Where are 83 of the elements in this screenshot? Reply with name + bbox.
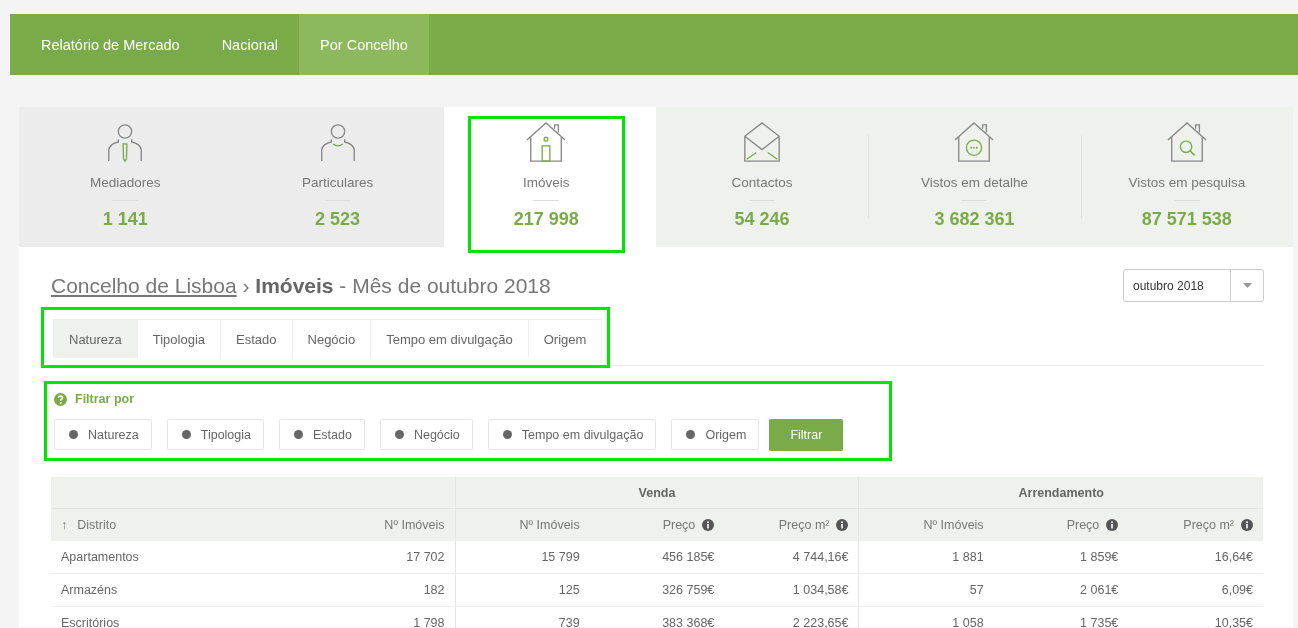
stat-value: 2 523 xyxy=(315,209,361,230)
house-icon xyxy=(525,121,568,163)
table-cell: Armazéns xyxy=(51,573,321,607)
nav-tab[interactable]: Nacional xyxy=(200,14,300,75)
dot-icon xyxy=(294,430,303,439)
table-cell: 1 798 xyxy=(321,606,455,628)
table-cell: 326 759€ xyxy=(589,573,725,607)
nav-tab[interactable]: Por Concelho xyxy=(299,14,429,75)
column-header[interactable]: Preço m² xyxy=(724,508,859,541)
filter-option[interactable]: Natureza xyxy=(54,419,152,450)
filter-option[interactable]: Negócio xyxy=(379,419,473,450)
help-icon xyxy=(54,392,67,406)
table-cell: 1 881 xyxy=(858,541,994,574)
dot-icon xyxy=(686,430,696,439)
info-icon xyxy=(1106,519,1119,531)
stat-value: 3 682 361 xyxy=(934,209,1015,230)
stat-card[interactable]: Imóveis 217 998 xyxy=(467,116,625,253)
filter-option[interactable]: Tipologia xyxy=(166,419,264,450)
info-icon xyxy=(702,519,715,531)
stat-value: 217 998 xyxy=(513,209,579,230)
house-with-magnifier-icon xyxy=(1165,121,1208,163)
table-cell: 1 034,58€ xyxy=(724,573,859,607)
stat-label: Vistos em pesquisa xyxy=(1128,175,1246,190)
stat-card[interactable]: Mediadores 1 141 xyxy=(19,107,232,247)
column-header[interactable]: Nº Imóveis xyxy=(858,508,994,541)
month-dropdown[interactable]: outubro 2018 xyxy=(1123,269,1264,302)
stat-card[interactable]: Vistos em detalhe 3 682 361 xyxy=(868,107,1081,247)
dot-icon xyxy=(394,430,404,439)
stat-label: Imóveis xyxy=(523,175,570,190)
stat-card[interactable]: Contactos 54 246 xyxy=(655,107,869,247)
stat-label: Contactos xyxy=(731,175,793,190)
table-cell: 6,09€ xyxy=(1128,573,1263,607)
table-cell: 15 799 xyxy=(455,541,590,574)
stat-card[interactable]: Particulares 2 523 xyxy=(231,107,444,247)
info-icon xyxy=(1241,519,1253,531)
column-header[interactable]: Preço xyxy=(993,508,1129,541)
breadcrumb-link[interactable]: Concelho de Lisboa xyxy=(51,273,237,297)
stat-value: 54 246 xyxy=(734,209,790,230)
page-heading: Concelho de Lisboa › Imóveis - Mês de outubro 2018 xyxy=(51,273,551,298)
info-icon xyxy=(836,519,849,531)
stat-label: Vistos em detalhe xyxy=(920,175,1028,190)
table-cell: 10,35€ xyxy=(1128,606,1263,628)
table-cell: 17 702 xyxy=(321,541,455,574)
filter-title: Filtrar por xyxy=(75,392,135,406)
column-header[interactable]: Nº Imóveis xyxy=(455,508,590,541)
stat-label: Particulares xyxy=(301,175,374,190)
table-cell: 1 058 xyxy=(858,606,994,628)
table-cell: 1 859€ xyxy=(993,541,1129,574)
column-header[interactable]: ↑ Distrito xyxy=(51,508,321,541)
dot-icon xyxy=(69,430,78,439)
nav-tab[interactable]: Relatório de Mercado xyxy=(20,14,201,75)
house-with-chat-icon xyxy=(953,121,996,163)
tab[interactable]: Natureza xyxy=(54,320,138,358)
stat-value: 1 141 xyxy=(102,209,148,230)
table-cell: Apartamentos xyxy=(51,541,321,574)
column-header[interactable]: Preço xyxy=(589,508,725,541)
table-cell: 16,64€ xyxy=(1128,541,1263,574)
table-cell: 739 xyxy=(455,606,590,628)
table-cell: Escritórios xyxy=(51,606,321,628)
table-cell: 2 061€ xyxy=(993,573,1129,607)
table-cell: 456 185€ xyxy=(589,541,725,574)
stat-card[interactable]: Vistos em pesquisa 87 571 538 xyxy=(1080,107,1294,247)
column-header[interactable]: Preço m² xyxy=(1128,508,1263,541)
filter-option[interactable]: Origem xyxy=(671,419,760,450)
table-cell: 182 xyxy=(321,573,455,607)
envelope-icon xyxy=(741,121,783,163)
table-cell: 125 xyxy=(455,573,590,607)
column-header[interactable]: Nº Imóveis xyxy=(321,508,455,541)
table-cell: 1 735€ xyxy=(993,606,1129,628)
dot-icon xyxy=(181,430,191,439)
group-header: Arrendamento xyxy=(858,477,1263,509)
filter-option[interactable]: Estado xyxy=(279,419,365,450)
table-cell: 4 744,16€ xyxy=(724,541,859,574)
table-cell: 383 368€ xyxy=(589,606,725,628)
filter-option[interactable]: Tempo em divulgação xyxy=(487,419,657,450)
table-cell: 2 223,65€ xyxy=(724,606,859,628)
dot-icon xyxy=(502,430,512,439)
stat-label: Mediadores xyxy=(89,175,161,190)
caret-icon xyxy=(1242,283,1252,288)
table-cell: 57 xyxy=(858,573,994,607)
stat-value: 87 571 538 xyxy=(1141,209,1232,230)
group-header: Venda xyxy=(455,477,859,509)
filter-button[interactable]: Filtrar xyxy=(769,419,844,451)
